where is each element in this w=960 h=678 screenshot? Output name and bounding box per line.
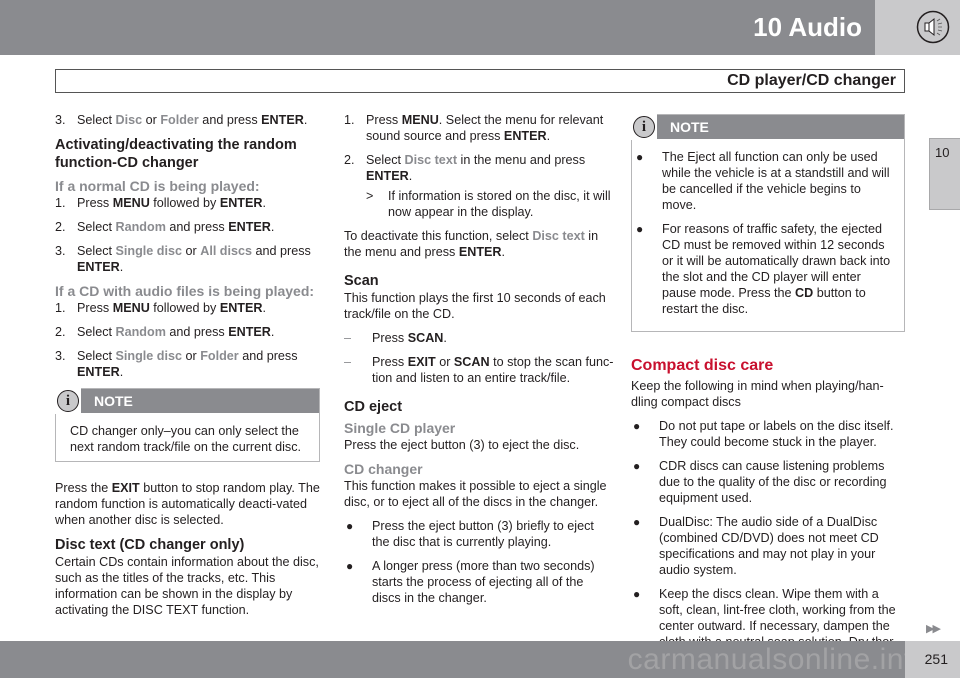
side-tab-label: 10 xyxy=(935,145,950,160)
note-header: i NOTE xyxy=(55,388,319,414)
note-header: i NOTE xyxy=(631,114,904,140)
list-item: ● Press the eject button (3) briefly to e… xyxy=(346,519,594,549)
single-player-paragraph: Press the eject button (3) to eject the … xyxy=(344,438,580,452)
page-number-cell: 251 xyxy=(905,641,960,678)
scan-paragraph: This function plays the first 10 seconds… xyxy=(344,291,606,321)
scan-heading: Scan xyxy=(344,273,379,289)
step-result: > If information is stored on the disc, i… xyxy=(366,189,611,219)
single-player-heading: Single CD player xyxy=(344,420,456,436)
column-2: 1. Press MENU. Select the menu for releva… xyxy=(344,112,614,614)
list-item: ● The Eject all function can only be used… xyxy=(636,150,890,212)
list-item: 2. Select Random and press ENTER. xyxy=(55,325,275,339)
column-1: 3. Select Disc or Folder and press ENTER… xyxy=(55,112,320,626)
list-item: 1. Press MENU followed by ENTER. xyxy=(55,301,266,315)
exit-paragraph: Press the EXIT button to stop random pla… xyxy=(55,481,320,527)
column-3: i NOTE ● The Eject all function can only … xyxy=(631,112,905,674)
footer-bar: carmanualsonline.info 251 xyxy=(0,641,960,678)
list-item: ● A longer press (more than two seconds) … xyxy=(346,559,595,605)
list-item: 3. Select Disc or Folder and press ENTER… xyxy=(55,113,308,127)
list-item: – Press SCAN. xyxy=(344,331,447,345)
list-item: 3. Select Single disc or All discs and pr… xyxy=(55,244,311,274)
note-box: i NOTE ● The Eject all function can only … xyxy=(631,114,905,332)
menu-option: Folder xyxy=(160,113,199,127)
audio-files-heading: If a CD with audio files is being played… xyxy=(55,283,315,299)
key-label: ENTER xyxy=(261,113,304,127)
list-item: 3. Select Single disc or Folder and press… xyxy=(55,349,298,379)
normal-cd-heading: If a normal CD is being played: xyxy=(55,178,260,194)
eject-heading: CD eject xyxy=(344,399,403,415)
header-bar: 10 Audio xyxy=(0,0,960,55)
deactivate-paragraph: To deactivate this function, select Disc… xyxy=(344,229,599,259)
menu-option: Disc xyxy=(115,113,143,127)
random-heading: Activating/deactivating the random funct… xyxy=(55,137,297,171)
list-item: 2. Select Disc text in the menu and press… xyxy=(344,153,586,183)
disc-text-paragraph: Certain CDs contain information about th… xyxy=(55,555,319,617)
section-header: CD player/CD changer xyxy=(55,69,905,93)
chapter-title: 10 Audio xyxy=(753,12,862,42)
list-item: 1. Press MENU. Select the menu for releva… xyxy=(344,113,604,143)
list-item: ● For reasons of traffic safety, the ejec… xyxy=(636,222,891,316)
list-item: ● CDR discs can cause listening problems … xyxy=(633,459,887,505)
note-box: i NOTE CD changer only–you can only sele… xyxy=(55,388,320,462)
watermark: carmanualsonline.info xyxy=(627,643,930,676)
page-number: 251 xyxy=(924,651,948,667)
list-item: 1. Press MENU followed by ENTER. xyxy=(55,196,266,210)
list-item: 2. Select Random and press ENTER. xyxy=(55,220,275,234)
disc-text-heading: Disc text (CD changer only) xyxy=(55,537,245,553)
list-item: ● Do not put tape or labels on the disc i… xyxy=(633,419,894,449)
section-title: CD player/CD changer xyxy=(727,72,896,89)
note-label: NOTE xyxy=(670,119,709,135)
list-item: ● DualDisc: The audio side of a DualDisc … xyxy=(633,515,879,577)
changer-paragraph: This function makes it possible to eject… xyxy=(344,479,607,509)
info-icon: i xyxy=(631,114,657,140)
info-icon: i xyxy=(55,388,81,414)
care-intro: Keep the following in mind when playing/… xyxy=(631,379,884,409)
double-arrow-right-icon: ▶▶ xyxy=(926,623,941,635)
care-heading: Compact disc care xyxy=(631,357,774,374)
chapter-icon-cell xyxy=(875,0,960,55)
note-label: NOTE xyxy=(94,393,133,409)
list-item: – Press EXIT or SCAN to stop the scan fun… xyxy=(344,355,614,385)
chapter-side-tab[interactable]: 10 xyxy=(929,138,960,210)
changer-heading: CD changer xyxy=(344,461,423,477)
note-text: CD changer only–you can only select the … xyxy=(70,424,301,454)
speaker-icon xyxy=(916,10,950,44)
